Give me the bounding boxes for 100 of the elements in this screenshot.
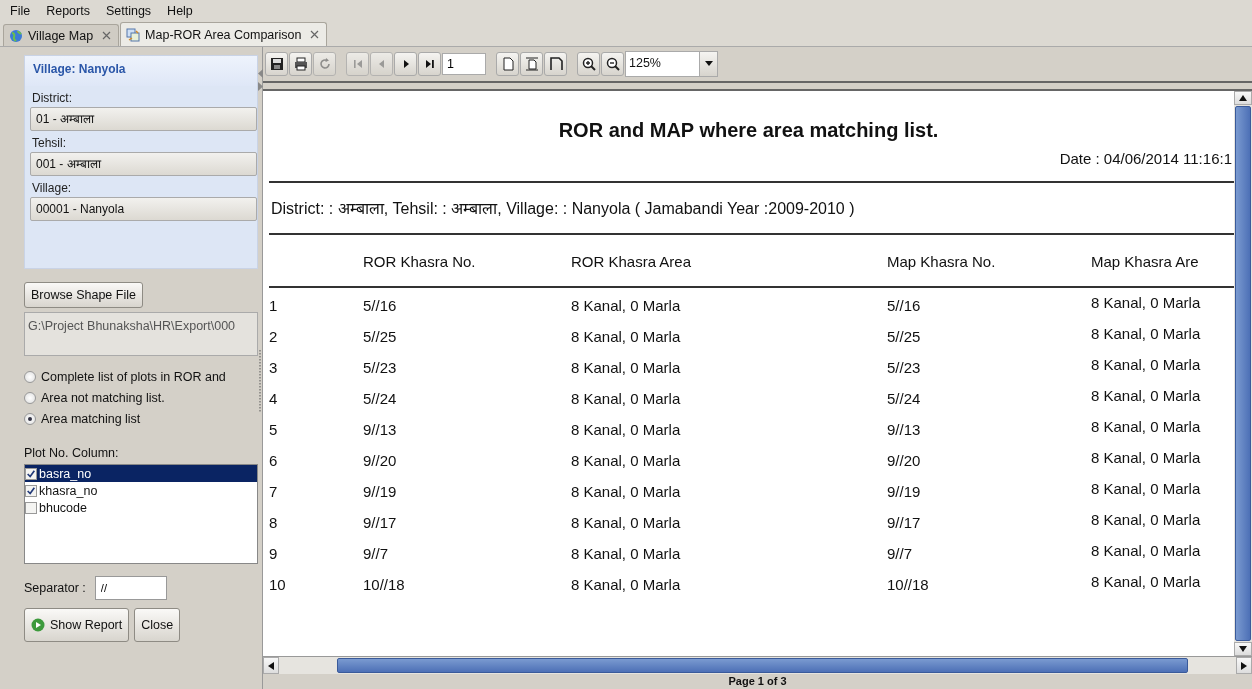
zoom-dropdown[interactable]: 125% xyxy=(625,50,718,77)
print-icon xyxy=(293,56,308,71)
page-status: Page 1 of 3 xyxy=(727,674,788,689)
toolbar-button[interactable] xyxy=(577,51,600,76)
toolbar-button[interactable] xyxy=(544,51,567,76)
compare-icon xyxy=(126,27,141,42)
column-header: Map Khasra Are xyxy=(1091,251,1200,272)
table-cell-text: 8 Kanal, 0 Marla xyxy=(1091,509,1202,530)
table-cell-text: 1 xyxy=(269,295,279,316)
fit-width-icon xyxy=(524,56,539,71)
field-label: District: xyxy=(31,90,73,107)
table-cell-text: 10//18 xyxy=(887,574,930,595)
table-cell-text: 8 Kanal, 0 Marla xyxy=(1091,385,1202,406)
tab[interactable]: Map-ROR Area Comparison xyxy=(120,22,328,46)
column-header: ROR Khasra No. xyxy=(363,251,477,272)
checkbox[interactable] xyxy=(25,501,37,514)
table-cell-text: 8 Kanal, 0 Marla xyxy=(571,388,682,409)
select-field[interactable]: 001 - अम्बाला xyxy=(30,152,257,176)
caret-icon xyxy=(704,61,713,67)
checkbox[interactable] xyxy=(25,484,37,497)
radio-label[interactable]: Area matching list xyxy=(41,411,141,426)
table-cell-text: 8 Kanal, 0 Marla xyxy=(571,419,682,440)
table-cell-text: 9//7 xyxy=(363,543,390,564)
list-row[interactable]: khasra_no xyxy=(25,482,257,499)
scrollbar-thumb[interactable] xyxy=(337,658,1188,673)
table-cell-text: 5//24 xyxy=(363,388,398,409)
table-cell-text: 5//25 xyxy=(363,326,398,347)
table-cell-text: 9//13 xyxy=(887,419,922,440)
path-field[interactable]: G:\Project Bhunaksha\HR\Export\000 xyxy=(24,312,258,356)
table-cell-text: 9//20 xyxy=(887,450,922,471)
toolbar-button[interactable] xyxy=(394,51,417,76)
checkbox-label: bhucode xyxy=(39,500,87,515)
page-number-field[interactable]: 1 xyxy=(442,52,486,75)
menu-item[interactable]: Settings xyxy=(97,4,160,18)
separator-field[interactable]: // xyxy=(94,576,167,600)
table-cell-text: 8 Kanal, 0 Marla xyxy=(571,543,682,564)
table-cell-text: 3 xyxy=(269,357,279,378)
list-label: Plot No. Column: xyxy=(24,446,120,460)
table-cell-text: 9//7 xyxy=(887,543,914,564)
table-cell-text: 8 Kanal, 0 Marla xyxy=(1091,416,1202,437)
table-cell-text: 8 Kanal, 0 Marla xyxy=(1091,292,1202,313)
table-cell-text: 8 Kanal, 0 Marla xyxy=(571,574,682,595)
zoom-out-icon xyxy=(605,56,620,71)
radio-label[interactable]: Area not matching list. xyxy=(41,390,165,405)
table-cell-text: 9//17 xyxy=(887,512,922,533)
close-button[interactable]: Close xyxy=(134,608,181,642)
checkbox[interactable] xyxy=(25,467,37,480)
radio-button[interactable] xyxy=(24,412,36,425)
menu-item[interactable]: Reports xyxy=(38,4,98,18)
table-cell-text: 5//23 xyxy=(363,357,398,378)
select-field[interactable]: 01 - अम्बाला xyxy=(30,107,257,131)
radio-button[interactable] xyxy=(24,370,36,383)
tab[interactable]: Village Map xyxy=(3,24,120,46)
close-icon[interactable] xyxy=(310,30,320,39)
splitter-handle[interactable] xyxy=(259,350,261,412)
report-filter: District: : अम्बाला, Tehsil: : अम्बाला, Village: : Nanyola ( Jamabandi Year :2009-2010 ) xyxy=(270,198,856,219)
scroll-right-icon[interactable] xyxy=(1241,661,1247,670)
table-cell-text: 9//13 xyxy=(363,419,398,440)
vertical-scrollbar[interactable] xyxy=(1234,90,1252,656)
toolbar-button[interactable] xyxy=(418,51,441,76)
table-cell-text: 4 xyxy=(269,388,279,409)
toolbar-button[interactable] xyxy=(265,51,288,76)
fit-page-icon xyxy=(548,56,563,71)
table-cell-text: 9//20 xyxy=(363,450,398,471)
save-icon xyxy=(269,56,284,71)
radio-button[interactable] xyxy=(24,391,36,404)
column-header: ROR Khasra Area xyxy=(571,251,693,272)
table-cell-text: 8 Kanal, 0 Marla xyxy=(571,295,682,316)
table-cell-text: 9//19 xyxy=(363,481,398,502)
table-cell-text: 7 xyxy=(269,481,279,502)
table-cell-text: 8 Kanal, 0 Marla xyxy=(1091,540,1202,561)
browse-button[interactable]: Browse Shape File xyxy=(24,282,143,308)
list-row[interactable]: bhucode xyxy=(25,499,257,516)
field-label: Separator : xyxy=(24,581,86,595)
report-title: ROR and MAP where area matching list. xyxy=(557,118,940,142)
page-icon xyxy=(500,56,515,71)
close-icon[interactable] xyxy=(102,31,112,40)
table-cell-text: 8 Kanal, 0 Marla xyxy=(1091,447,1202,468)
table-cell-text: 8 Kanal, 0 Marla xyxy=(571,450,682,471)
table-cell-text: 5//16 xyxy=(363,295,398,316)
table-cell-text: 8 Kanal, 0 Marla xyxy=(1091,571,1202,592)
table-cell-text: 10//18 xyxy=(363,574,406,595)
toolbar-button[interactable] xyxy=(289,51,312,76)
select-field[interactable]: 00001 - Nanyola xyxy=(30,197,257,221)
scroll-down-icon[interactable] xyxy=(1239,646,1247,652)
menu-item[interactable]: File xyxy=(2,4,39,18)
menu-item[interactable]: Help xyxy=(159,4,201,18)
scroll-left-icon[interactable] xyxy=(268,661,274,670)
scroll-up-icon[interactable] xyxy=(1239,94,1247,101)
toolbar-button[interactable] xyxy=(601,51,624,76)
table-cell-text: 8 Kanal, 0 Marla xyxy=(1091,323,1202,344)
table-cell-text: 5//16 xyxy=(887,295,922,316)
list-row[interactable]: basra_no xyxy=(25,465,257,482)
horizontal-scrollbar[interactable] xyxy=(263,656,1252,674)
table-cell-text: 5//25 xyxy=(887,326,922,347)
scrollbar-thumb[interactable] xyxy=(1235,105,1251,641)
table-cell-text: 5//23 xyxy=(887,357,922,378)
radio-label[interactable]: Complete list of plots in ROR and xyxy=(41,369,226,384)
table-cell-text: 9 xyxy=(269,543,279,564)
show-report-button[interactable]: Show Report xyxy=(24,608,130,642)
